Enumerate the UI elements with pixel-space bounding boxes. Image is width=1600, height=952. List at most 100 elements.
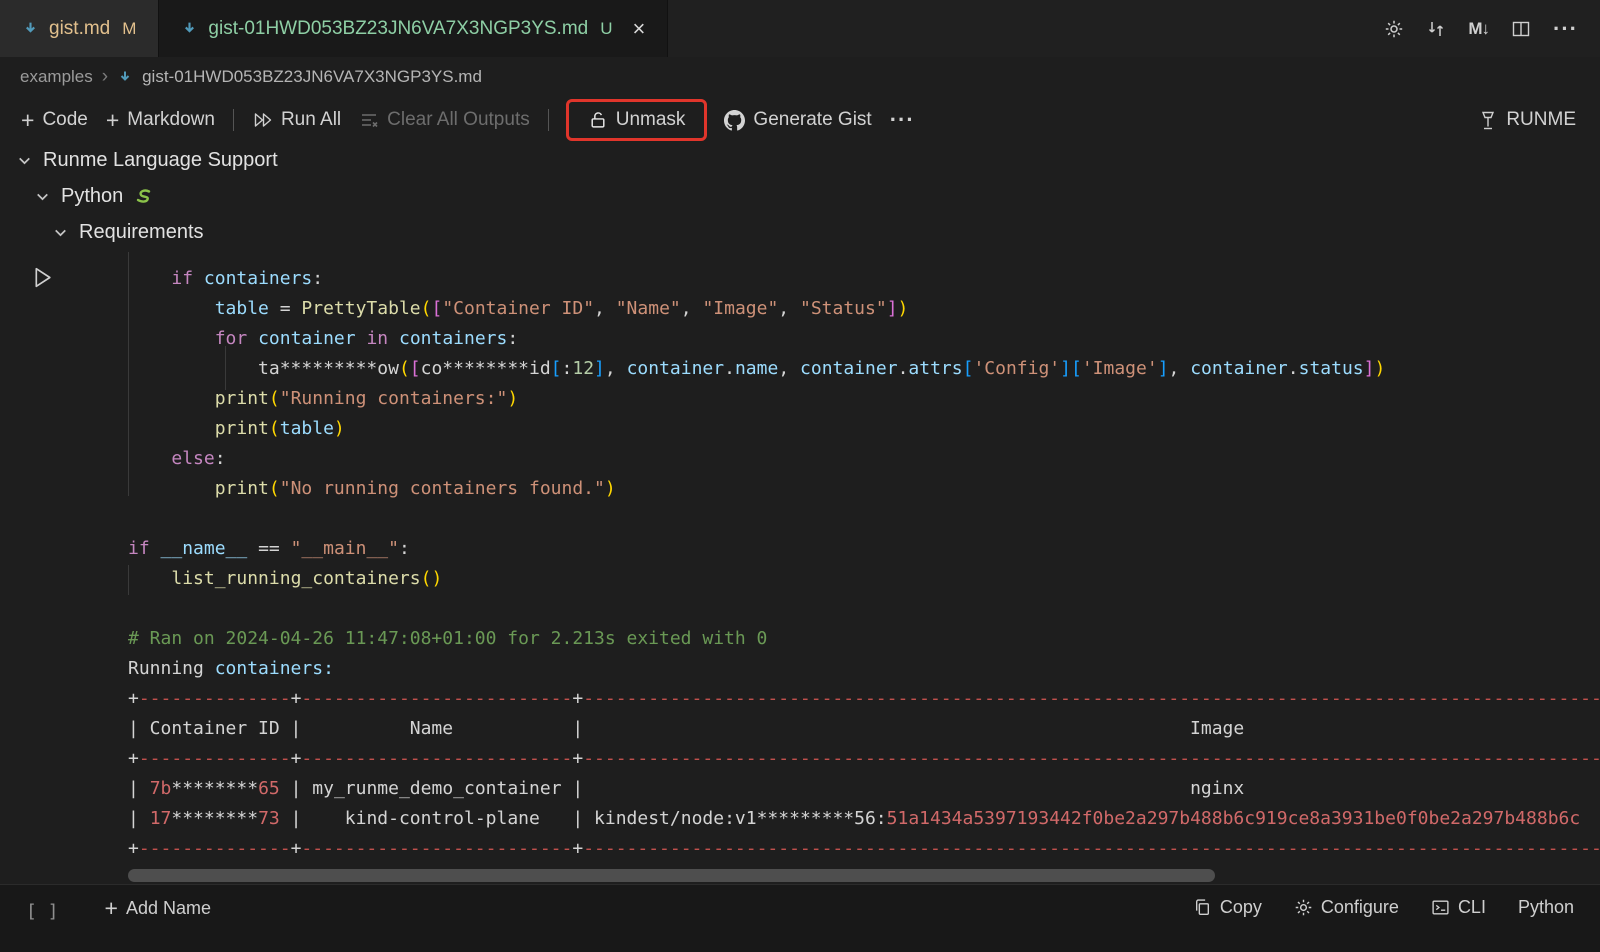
editor-actions-group: M↓ ··· — [1384, 0, 1600, 57]
cli-label: CLI — [1458, 897, 1486, 918]
code-line: +--------------+------------------------… — [128, 744, 1600, 774]
code-line: for container in containers: — [128, 324, 1600, 354]
open-changes-icon[interactable] — [1426, 19, 1446, 39]
code-line: if __name__ == "__main__": — [128, 534, 1600, 564]
git-modified-badge: M — [122, 19, 136, 39]
copy-label: Copy — [1220, 897, 1262, 918]
add-code-label: Code — [42, 109, 87, 131]
close-tab-icon[interactable]: × — [633, 18, 646, 40]
python-snake-emoji — [133, 188, 153, 205]
chevron-down-icon — [34, 188, 51, 205]
section-label: Requirements — [79, 221, 204, 244]
split-editor-icon[interactable] — [1511, 19, 1531, 39]
cell-editor-area: if containers: table = PrettyTable(["Con… — [0, 250, 1600, 884]
runme-label: RUNME — [1506, 109, 1576, 131]
editor-tab-bar: gist.md M gist-01HWD053BZ23JN6VA7X3NGP3Y… — [0, 0, 1600, 57]
settings-gear-icon[interactable] — [1384, 19, 1404, 39]
add-markdown-button[interactable]: + Markdown — [97, 104, 224, 137]
plus-icon: + — [106, 109, 119, 132]
run-cell-button[interactable] — [28, 264, 55, 291]
horizontal-scrollbar[interactable] — [128, 869, 1215, 882]
tab-title: gist-01HWD053BZ23JN6VA7X3NGP3YS.md — [208, 18, 588, 40]
code-line: +--------------+------------------------… — [128, 834, 1600, 864]
toolbar-separator — [233, 109, 234, 131]
runme-button[interactable]: RUNME — [1479, 109, 1600, 131]
notebook-outline: Runme Language Support Python Requiremen… — [0, 142, 1600, 250]
tab-gist-generated-md[interactable]: gist-01HWD053BZ23JN6VA7X3NGP3YS.md U × — [159, 0, 668, 57]
section-python[interactable]: Python — [0, 178, 1600, 214]
clear-all-outputs-icon — [359, 110, 379, 130]
vscode-window: gist.md M gist-01HWD053BZ23JN6VA7X3NGP3Y… — [0, 0, 1600, 952]
markdown-file-icon — [181, 20, 198, 37]
breadcrumb: examples › gist-01HWD053BZ23JN6VA7X3NGP3… — [0, 57, 1600, 97]
clear-all-outputs-label: Clear All Outputs — [387, 109, 530, 131]
code-line: # Ran on 2024-04-26 11:47:08+01:00 for 2… — [128, 624, 1600, 654]
cell-status-right-group: Copy Configure CLI Python — [1193, 897, 1574, 918]
unmask-annotation-box: Unmask — [566, 99, 708, 141]
breadcrumb-file[interactable]: gist-01HWD053BZ23JN6VA7X3NGP3YS.md — [142, 67, 482, 87]
notebook-toolbar: + Code + Markdown Run All Clear All Outp… — [0, 97, 1600, 143]
unmask-label: Unmask — [616, 109, 686, 131]
add-name-label: Add Name — [126, 898, 211, 919]
code-line: +--------------+------------------------… — [128, 684, 1600, 714]
clear-all-outputs-button[interactable]: Clear All Outputs — [350, 104, 539, 136]
chevron-down-icon — [52, 224, 69, 241]
run-all-label: Run All — [281, 109, 341, 131]
runme-logo-icon — [1479, 110, 1497, 131]
plus-icon: + — [21, 109, 34, 132]
add-code-button[interactable]: + Code — [12, 104, 97, 137]
copy-icon — [1193, 898, 1212, 917]
chevron-down-icon — [16, 152, 33, 169]
add-name-button[interactable]: + Add Name — [105, 897, 211, 920]
code-line: list_running_containers() — [128, 564, 1600, 594]
code-line: | 7b********65 | my_runme_demo_container… — [128, 774, 1600, 804]
cell-brackets-icon: [ ] — [26, 901, 59, 922]
github-icon — [724, 110, 745, 131]
add-markdown-label: Markdown — [127, 109, 215, 131]
generate-gist-label: Generate Gist — [753, 109, 871, 131]
code-line: | 17********73 | kind-control-plane | ki… — [128, 804, 1600, 834]
terminal-icon — [1431, 898, 1450, 917]
toolbar-separator — [548, 109, 549, 131]
code-line — [128, 504, 1600, 534]
tab-gist-md[interactable]: gist.md M — [0, 0, 159, 57]
toolbar-more-actions-icon[interactable]: ··· — [881, 102, 924, 138]
cli-button[interactable]: CLI — [1431, 897, 1486, 918]
code-line — [128, 594, 1600, 624]
markdown-preview-icon[interactable]: M↓ — [1468, 19, 1489, 39]
section-label: Runme Language Support — [43, 149, 278, 172]
run-all-icon — [252, 110, 273, 130]
generate-gist-button[interactable]: Generate Gist — [715, 104, 880, 136]
git-untracked-badge: U — [600, 19, 612, 39]
code-line: ta*********ow([co********id[:12], contai… — [128, 354, 1600, 384]
unlock-icon — [588, 110, 608, 130]
section-runme-language-support[interactable]: Runme Language Support — [0, 142, 1600, 178]
unmask-button[interactable]: Unmask — [579, 104, 695, 136]
gear-icon — [1294, 898, 1313, 917]
copy-button[interactable]: Copy — [1193, 897, 1262, 918]
tab-title: gist.md — [49, 18, 110, 40]
breadcrumb-folder[interactable]: examples — [20, 67, 93, 87]
breadcrumb-separator-icon: › — [102, 66, 108, 88]
code-line: Running containers: — [128, 654, 1600, 684]
markdown-file-icon — [117, 69, 133, 85]
language-label: Python — [1518, 897, 1574, 918]
cell-status-bar: [ ] + Add Name Copy Configure — [0, 884, 1600, 952]
configure-button[interactable]: Configure — [1294, 897, 1399, 918]
code-block[interactable]: if containers: table = PrettyTable(["Con… — [128, 264, 1600, 864]
code-line: print("Running containers:") — [128, 384, 1600, 414]
code-line: print(table) — [128, 414, 1600, 444]
more-actions-icon[interactable]: ··· — [1553, 16, 1578, 42]
code-line: print("No running containers found.") — [128, 474, 1600, 504]
code-line: else: — [128, 444, 1600, 474]
plus-icon: + — [105, 897, 118, 920]
language-indicator[interactable]: Python — [1518, 897, 1574, 918]
code-line: table = PrettyTable(["Container ID", "Na… — [128, 294, 1600, 324]
code-line: | Container ID | Name | Image — [128, 714, 1600, 744]
run-all-button[interactable]: Run All — [243, 104, 350, 136]
configure-label: Configure — [1321, 897, 1399, 918]
code-line: if containers: — [128, 264, 1600, 294]
section-label: Python — [61, 185, 123, 208]
section-requirements[interactable]: Requirements — [0, 214, 1600, 250]
markdown-file-icon — [22, 20, 39, 37]
